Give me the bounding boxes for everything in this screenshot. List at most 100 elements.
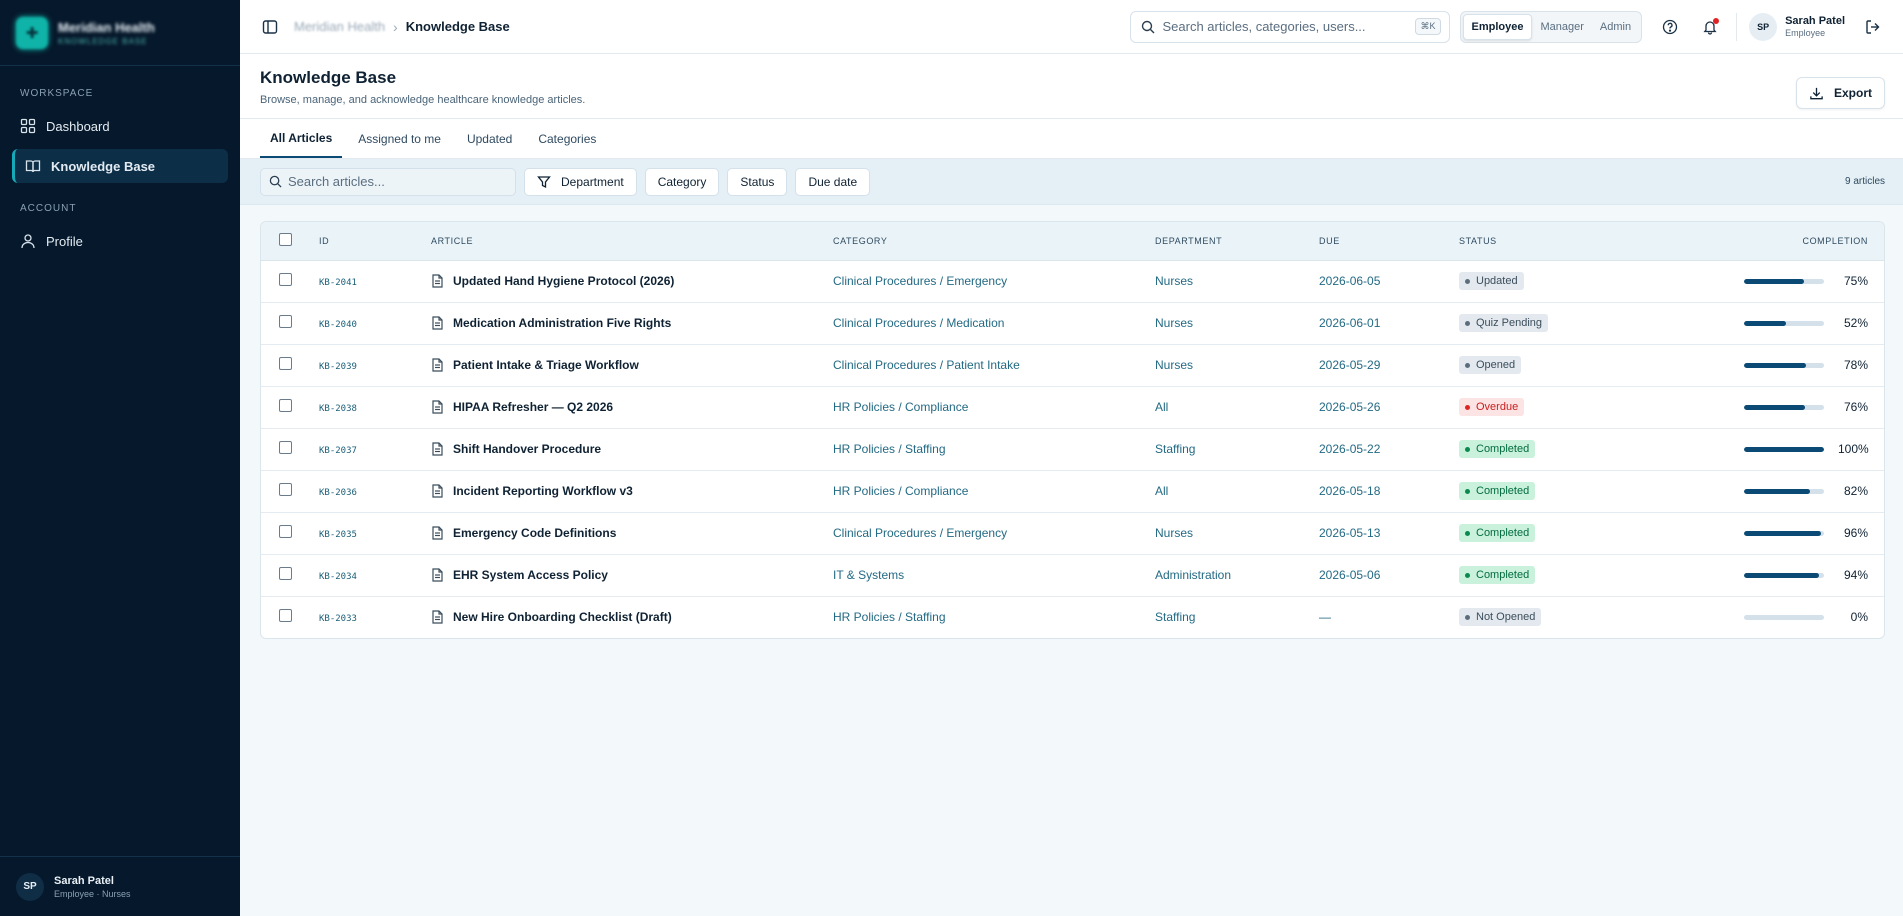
status-dot-icon — [1465, 404, 1470, 410]
row-checkbox[interactable] — [279, 483, 292, 496]
article-title-link[interactable]: HIPAA Refresher — Q2 2026 — [453, 400, 613, 414]
tab-assigned-to-me[interactable]: Assigned to me — [348, 119, 451, 158]
completion: 96% — [1659, 526, 1868, 540]
sidebar-user-card[interactable]: SP Sarah Patel Employee · Nurses — [0, 856, 240, 916]
divider — [1736, 12, 1738, 41]
article-title-link[interactable]: Incident Reporting Workflow v3 — [453, 484, 633, 498]
article-title-link[interactable]: Patient Intake & Triage Workflow — [453, 358, 639, 372]
logout-icon[interactable] — [1859, 13, 1887, 41]
article-title-link[interactable]: Shift Handover Procedure — [453, 442, 601, 456]
table-row[interactable]: KB-2037 Shift Handover Procedure HR Polici… — [261, 428, 1884, 471]
row-checkbox[interactable] — [279, 273, 292, 286]
table-row[interactable]: KB-2035 Emergency Code Definitions Clinica… — [261, 512, 1884, 555]
row-checkbox[interactable] — [279, 315, 292, 328]
article-title-link[interactable]: Medication Administration Five Rights — [453, 316, 671, 330]
article-title-link[interactable]: EHR System Access Policy — [453, 568, 608, 582]
row-checkbox[interactable] — [279, 399, 292, 412]
search-icon — [269, 175, 282, 188]
tab-updated[interactable]: Updated — [457, 119, 522, 158]
progress-bar — [1744, 362, 1824, 368]
completion-percent: 78% — [1843, 358, 1868, 372]
sidebar-toggle-icon[interactable] — [256, 13, 284, 41]
table-row[interactable]: KB-2038 HIPAA Refresher — Q2 2026 HR Polic… — [261, 386, 1884, 429]
row-select-cell — [261, 386, 311, 429]
row-checkbox[interactable] — [279, 357, 292, 370]
select-all-checkbox[interactable] — [279, 233, 292, 247]
article-search-input[interactable] — [288, 174, 507, 189]
row-checkbox[interactable] — [279, 567, 292, 580]
progress-fill — [1744, 320, 1786, 326]
article-cell: EHR System Access Policy — [423, 554, 825, 597]
header-department[interactable]: DEPARTMENT — [1147, 222, 1311, 261]
row-checkbox[interactable] — [279, 609, 292, 623]
table-row[interactable]: KB-2040 Medication Administration Five Ri… — [261, 302, 1884, 345]
article-cell: New Hire Onboarding Checklist (Draft) — [423, 596, 825, 638]
article-id: KB-2041 — [319, 278, 357, 288]
article-title-link[interactable]: Emergency Code Definitions — [453, 526, 616, 540]
article-search[interactable] — [260, 167, 516, 196]
header-category[interactable]: CATEGORY — [825, 222, 1147, 261]
sidebar-item-label: Dashboard — [46, 118, 110, 134]
tab-all-articles[interactable]: All Articles — [260, 119, 343, 158]
tab-categories[interactable]: Categories — [528, 119, 606, 158]
filter-icon — [537, 175, 551, 189]
article-cell-inner: HIPAA Refresher — Q2 2026 — [431, 400, 817, 414]
role-admin-button[interactable]: Admin — [1592, 15, 1639, 39]
sidebar-item-label: Profile — [46, 233, 83, 249]
sidebar-item-knowledge-base[interactable]: Knowledge Base — [12, 149, 228, 183]
header-id[interactable]: ID — [311, 222, 423, 261]
article-title-link[interactable]: New Hire Onboarding Checklist (Draft) — [453, 610, 672, 624]
export-button[interactable]: Export — [1795, 77, 1885, 109]
filter-due-date[interactable]: Due date — [795, 167, 871, 196]
department-cell: Staffing — [1147, 428, 1311, 471]
global-search[interactable]: ⌘K — [1129, 10, 1450, 43]
sidebar: ✚ Meridian Health KNOWLEDGE BASE WORKSPA… — [0, 0, 240, 916]
app-shell: ✚ Meridian Health KNOWLEDGE BASE WORKSPA… — [0, 0, 1903, 916]
article-cell-inner: Emergency Code Definitions — [431, 526, 817, 540]
due-date-text: 2026-05-06 — [1319, 568, 1381, 582]
due-cell: 2026-05-29 — [1311, 344, 1451, 387]
page-subtitle: Browse, manage, and acknowledge healthca… — [260, 94, 586, 106]
completion: 0% — [1659, 610, 1868, 624]
notification-dot — [1713, 17, 1720, 24]
table-row[interactable]: KB-2033 New Hire Onboarding Checklist (Dr… — [261, 596, 1884, 638]
table-row[interactable]: KB-2036 Incident Reporting Workflow v3 HR … — [261, 470, 1884, 513]
row-checkbox[interactable] — [279, 525, 292, 538]
sidebar-item-profile[interactable]: Profile — [12, 224, 228, 258]
article-title-link[interactable]: Updated Hand Hygiene Protocol (2026) — [453, 274, 674, 288]
progress-fill — [1744, 572, 1820, 578]
breadcrumb-root[interactable]: Meridian Health — [294, 19, 385, 34]
bell-icon[interactable] — [1696, 13, 1724, 41]
status-text: Completed — [1476, 485, 1530, 497]
filter-department[interactable]: Department — [524, 167, 637, 196]
filter-status[interactable]: Status — [727, 167, 788, 196]
role-employee-button[interactable]: Employee — [1462, 13, 1533, 40]
status-badge: Overdue — [1459, 398, 1525, 416]
article-cell: Incident Reporting Workflow v3 — [423, 470, 825, 513]
row-checkbox[interactable] — [279, 441, 292, 454]
header-article[interactable]: ARTICLE — [423, 222, 825, 261]
user-menu[interactable]: SP Sarah Patel Employee — [1749, 12, 1845, 41]
progress-bar — [1744, 278, 1824, 284]
table-row[interactable]: KB-2034 EHR System Access Policy IT & Syst… — [261, 554, 1884, 597]
header-completion[interactable]: COMPLETION — [1651, 222, 1884, 261]
avatar: SP — [16, 872, 44, 901]
brand[interactable]: ✚ Meridian Health KNOWLEDGE BASE — [0, 0, 240, 66]
table-row[interactable]: KB-2041 Updated Hand Hygiene Protocol (20… — [261, 260, 1884, 303]
role-manager-button[interactable]: Manager — [1532, 15, 1591, 39]
filter-category[interactable]: Category — [644, 167, 720, 196]
header-status[interactable]: STATUS — [1451, 222, 1651, 261]
help-icon[interactable] — [1656, 13, 1684, 41]
due-cell: 2026-05-18 — [1311, 470, 1451, 513]
completion-cell: 78% — [1651, 344, 1884, 387]
sidebar-item-dashboard[interactable]: Dashboard — [12, 109, 228, 143]
brand-logo-icon: ✚ — [16, 16, 48, 49]
department-cell: Nurses — [1147, 344, 1311, 387]
status-badge: Completed — [1459, 440, 1536, 458]
header-due[interactable]: DUE — [1311, 222, 1451, 261]
table-row[interactable]: KB-2039 Patient Intake & Triage Workflow C… — [261, 344, 1884, 387]
completion: 52% — [1659, 316, 1868, 330]
completion-percent: 76% — [1843, 400, 1868, 414]
search-input[interactable] — [1162, 19, 1416, 34]
due-date-text: 2026-05-26 — [1319, 400, 1381, 414]
